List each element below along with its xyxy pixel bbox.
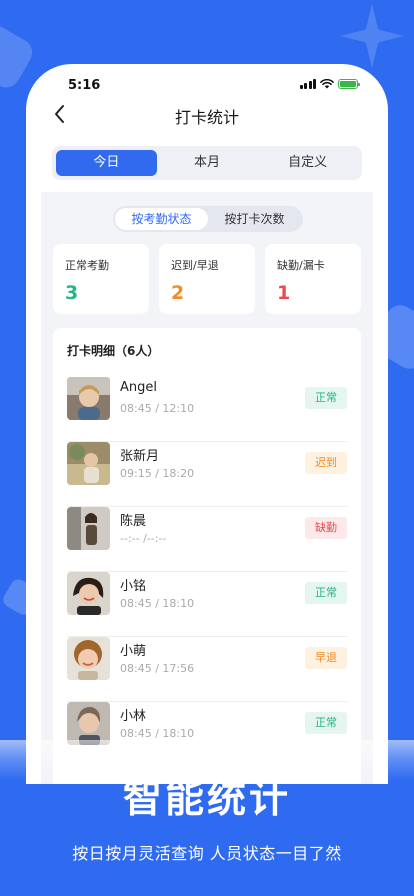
status-badge: 正常 [305, 582, 347, 604]
list-item[interactable]: 小萌 08:45 / 17:56 早退 [67, 637, 347, 702]
status-time: 5:16 [68, 78, 101, 93]
avatar [67, 377, 110, 420]
stat-label: 正常考勤 [65, 259, 109, 272]
view-toggle: 按考勤状态 按打卡次数 [113, 206, 303, 232]
punch-time: --:-- /--:-- [120, 532, 167, 545]
punch-time: 08:45 / 12:10 [120, 402, 195, 415]
tab-today[interactable]: 今日 [56, 150, 157, 176]
signal-icon [299, 79, 316, 89]
page-title: 打卡统计 [174, 108, 239, 127]
date-range-tabs: 今日 本月 自定义 [52, 146, 362, 180]
avatar [67, 507, 110, 550]
stat-value: 2 [171, 282, 185, 304]
tab-custom[interactable]: 自定义 [257, 150, 358, 176]
stat-label: 缺勤/漏卡 [277, 259, 325, 272]
list-item[interactable]: Angel 08:45 / 12:10 正常 [67, 377, 347, 442]
battery-icon [338, 79, 360, 89]
star-decoration [340, 4, 404, 68]
stat-value: 3 [65, 282, 79, 304]
status-icons [299, 79, 360, 89]
employee-name: 陈晨 [120, 514, 147, 529]
stat-value: 1 [277, 282, 291, 304]
promo-subtitle: 按日按月灵活查询 人员状态一目了然 [72, 844, 342, 863]
status-badge: 迟到 [305, 452, 347, 474]
status-badge: 正常 [305, 712, 347, 734]
list-item[interactable]: 张新月 09:15 / 18:20 迟到 [67, 442, 347, 507]
avatar [67, 442, 110, 485]
employee-name: 小铭 [120, 579, 147, 594]
stat-card-absent[interactable]: 缺勤/漏卡 1 [265, 244, 361, 314]
punch-time: 09:15 / 18:20 [120, 467, 195, 480]
status-badge: 正常 [305, 387, 347, 409]
attendance-list: 打卡明细（6人） Angel 08:45 / 12:10 正常 张新月 09:1… [53, 328, 361, 784]
list-title: 打卡明细（6人） [67, 344, 160, 358]
toggle-by-status[interactable]: 按考勤状态 [115, 208, 208, 230]
stat-card-late[interactable]: 迟到/早退 2 [159, 244, 255, 314]
punch-time: 08:45 / 18:10 [120, 727, 195, 740]
phone-screen: 5:16 打卡统计 今日 本月 自定义 按考勤状态 按打卡次数 正常考勤 3 迟… [26, 64, 388, 784]
content-panel: 按考勤状态 按打卡次数 正常考勤 3 迟到/早退 2 缺勤/漏卡 1 打卡明细（… [41, 192, 373, 784]
avatar [67, 702, 110, 745]
nav-bar: 打卡统计 [26, 100, 388, 128]
employee-name: 张新月 [120, 449, 160, 464]
stat-card-normal[interactable]: 正常考勤 3 [53, 244, 149, 314]
status-badge: 早退 [305, 647, 347, 669]
avatar [67, 572, 110, 615]
list-item[interactable]: 小铭 08:45 / 18:10 正常 [67, 572, 347, 637]
promo-title: 智能统计 [122, 777, 291, 822]
avatar [67, 637, 110, 680]
toggle-by-count[interactable]: 按打卡次数 [208, 208, 301, 230]
stat-label: 迟到/早退 [171, 259, 219, 272]
employee-name: Angel [120, 380, 157, 395]
punch-time: 08:45 / 18:10 [120, 597, 195, 610]
employee-name: 小林 [120, 709, 147, 724]
employee-name: 小萌 [120, 644, 147, 659]
punch-time: 08:45 / 17:56 [120, 662, 195, 675]
tab-month[interactable]: 本月 [157, 150, 258, 176]
wifi-icon [320, 79, 334, 89]
list-item[interactable]: 陈晨 --:-- /--:-- 缺勤 [67, 507, 347, 572]
status-badge: 缺勤 [305, 517, 347, 539]
